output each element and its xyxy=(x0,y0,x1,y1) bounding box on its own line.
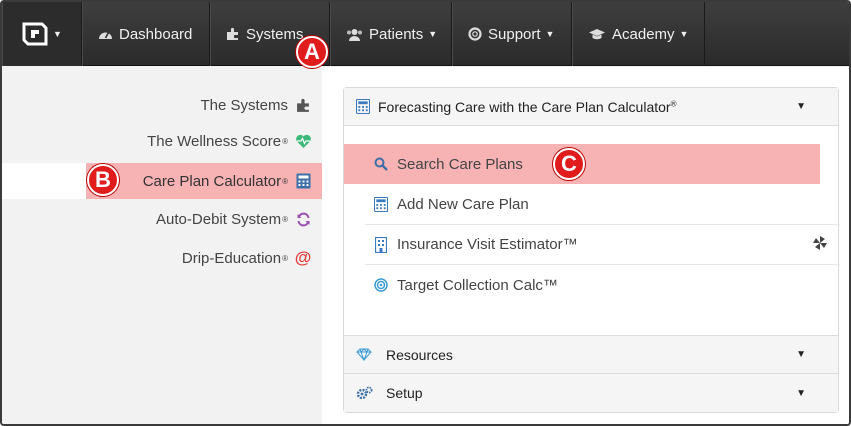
main-content: Forecasting Care with the Care Plan Calc… xyxy=(322,67,849,424)
calculator-icon xyxy=(365,197,397,212)
list-item-label: Insurance Visit Estimator™ xyxy=(397,236,578,253)
sidebar-item-label: Care Plan Calculator xyxy=(142,172,282,190)
chevron-down-icon: ▼ xyxy=(796,349,806,360)
chevron-down-icon: ▼ xyxy=(428,29,438,39)
sidebar-item-drip-education[interactable]: Drip-Education ® @ xyxy=(182,240,312,276)
sidebar-item-label: The Wellness Score xyxy=(147,132,282,150)
cogs-icon xyxy=(356,386,386,401)
puzzle-icon xyxy=(294,98,312,113)
panel-header-care-plan-calculator[interactable]: Forecasting Care with the Care Plan Calc… xyxy=(344,88,838,126)
search-icon xyxy=(365,157,397,171)
lifebuoy-icon xyxy=(468,27,482,41)
logo-menu[interactable]: ▼ xyxy=(2,2,82,66)
building-icon xyxy=(365,236,397,253)
sidebar-item-label: Drip-Education xyxy=(181,249,282,267)
section-label: Setup xyxy=(386,385,423,401)
nav-academy[interactable]: Academy ▼ xyxy=(572,2,705,66)
list-item-add-new-care-plan[interactable]: Add New Care Plan xyxy=(365,185,840,225)
nav-systems-label: Systems xyxy=(246,25,304,43)
registered-mark: ® xyxy=(282,176,288,186)
graduation-cap-icon xyxy=(588,28,606,41)
panel-body: Search Care Plans Add New Care Plan Insu… xyxy=(344,126,840,336)
callout-badge-a: A xyxy=(296,36,328,68)
chevron-down-icon: ▼ xyxy=(53,29,62,39)
panel-header-setup[interactable]: Setup ▼ xyxy=(344,374,838,412)
section-label: Resources xyxy=(386,346,453,363)
sidebar-item-wellness-score[interactable]: The Wellness Score ® xyxy=(147,123,312,159)
registered-mark: ® xyxy=(282,214,288,224)
chevron-down-icon: ▼ xyxy=(545,29,555,39)
list-item-label: Search Care Plans xyxy=(397,155,523,173)
puzzle-icon xyxy=(226,27,240,41)
sidebar-item-label: Auto-Debit System xyxy=(156,210,282,228)
at-icon: @ xyxy=(294,248,312,267)
sidebar: The Systems The Wellness Score ® Care Pla… xyxy=(2,67,322,424)
panel-header-resources[interactable]: Resources ▼ xyxy=(344,336,838,374)
sidebar-item-the-systems[interactable]: The Systems xyxy=(200,87,312,123)
chevron-down-icon: ▼ xyxy=(796,101,806,112)
nav-support-label: Support xyxy=(488,25,541,43)
sidebar-item-label: The Systems xyxy=(200,96,288,114)
nav-academy-label: Academy xyxy=(612,25,675,43)
nav-dashboard[interactable]: Dashboard xyxy=(82,2,210,66)
pinwheel-icon[interactable] xyxy=(812,235,828,255)
calculator-icon xyxy=(294,173,312,189)
app-logo-icon xyxy=(22,22,48,46)
list-item-label: Target Collection Calc™ xyxy=(397,276,558,294)
chevron-down-icon: ▼ xyxy=(679,29,689,39)
users-icon xyxy=(346,28,363,41)
dashboard-icon xyxy=(98,28,113,41)
sidebar-item-care-plan-calculator[interactable]: Care Plan Calculator ® xyxy=(143,163,312,199)
list-item-insurance-visit-estimator[interactable]: Insurance Visit Estimator™ xyxy=(365,225,840,265)
callout-badge-b: B xyxy=(87,164,119,196)
refresh-icon xyxy=(294,212,312,227)
diamond-icon xyxy=(356,348,386,361)
registered-mark: ® xyxy=(282,253,288,263)
list-item-target-collection-calc[interactable]: Target Collection Calc™ xyxy=(365,265,840,305)
registered-mark: ® xyxy=(282,136,288,146)
nav-support[interactable]: Support ▼ xyxy=(452,2,572,66)
accordion-panel: Forecasting Care with the Care Plan Calc… xyxy=(343,87,840,413)
panel-title: Forecasting Care with the Care Plan Calc… xyxy=(378,98,671,115)
target-icon xyxy=(365,278,397,292)
nav-dashboard-label: Dashboard xyxy=(119,25,193,43)
list-item-label: Add New Care Plan xyxy=(397,196,529,213)
chevron-down-icon: ▼ xyxy=(796,387,806,399)
callout-badge-c: C xyxy=(553,148,585,180)
app-window: ▼ Dashboard Systems Patients ▼ Support ▼… xyxy=(0,0,851,426)
nav-patients[interactable]: Patients ▼ xyxy=(330,2,452,66)
top-navbar: ▼ Dashboard Systems Patients ▼ Support ▼… xyxy=(2,2,849,66)
registered-mark: ® xyxy=(670,98,677,108)
sidebar-item-auto-debit[interactable]: Auto-Debit System ® xyxy=(156,201,312,237)
calculator-icon xyxy=(356,99,378,114)
heartbeat-icon xyxy=(294,134,312,149)
nav-patients-label: Patients xyxy=(369,25,424,43)
